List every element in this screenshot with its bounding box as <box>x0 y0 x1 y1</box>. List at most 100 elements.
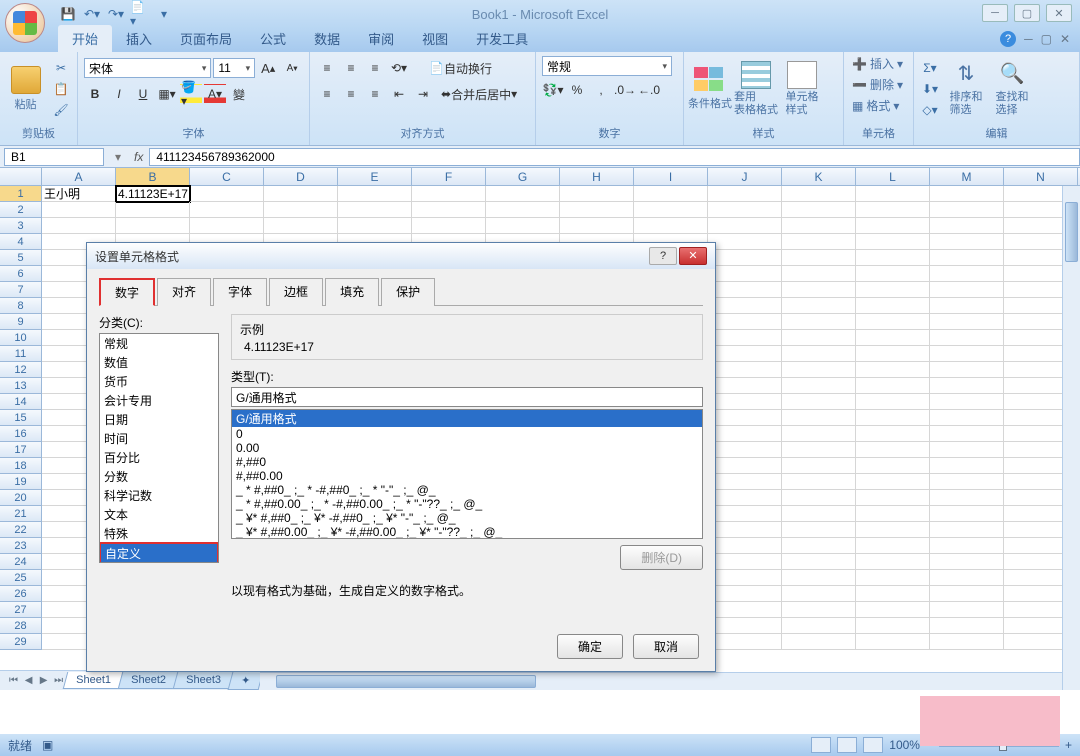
row-header[interactable]: 3 <box>0 218 42 234</box>
row-header[interactable]: 24 <box>0 554 42 570</box>
delete-format-button[interactable]: 删除(D) <box>620 545 703 570</box>
cell[interactable] <box>930 522 1004 538</box>
column-header[interactable]: J <box>708 168 782 185</box>
cell[interactable] <box>708 282 782 298</box>
cell[interactable] <box>856 506 930 522</box>
category-item[interactable]: 分数 <box>100 467 218 486</box>
type-list-item[interactable]: _ ¥* #,##0.00_ ;_ ¥* -#,##0.00_ ;_ ¥* "-… <box>232 525 702 539</box>
cell[interactable] <box>856 410 930 426</box>
tab-dev[interactable]: 开发工具 <box>462 25 542 52</box>
tab-formulas[interactable]: 公式 <box>246 25 300 52</box>
column-header[interactable]: B <box>116 168 190 185</box>
column-header[interactable]: L <box>856 168 930 185</box>
type-list-item[interactable]: #,##0 <box>232 455 702 469</box>
insert-cells-button[interactable]: ➕插入▾ <box>848 54 909 73</box>
border-button[interactable]: ▦▾ <box>156 84 178 104</box>
cell[interactable] <box>412 202 486 218</box>
cell[interactable] <box>856 586 930 602</box>
cell[interactable] <box>338 186 412 202</box>
cell[interactable] <box>856 602 930 618</box>
office-button[interactable] <box>5 3 55 53</box>
row-header[interactable]: 7 <box>0 282 42 298</box>
cell[interactable] <box>708 394 782 410</box>
cell[interactable] <box>856 234 930 250</box>
cell[interactable] <box>856 362 930 378</box>
status-macro-icon[interactable]: ▣ <box>42 738 53 752</box>
cell[interactable] <box>708 346 782 362</box>
cell[interactable] <box>930 378 1004 394</box>
cell[interactable] <box>930 346 1004 362</box>
cell[interactable] <box>930 218 1004 234</box>
paste-button[interactable]: 粘贴 <box>4 66 47 112</box>
mdi-close-icon[interactable]: ✕ <box>1060 32 1070 46</box>
cell[interactable] <box>930 362 1004 378</box>
row-header[interactable]: 20 <box>0 490 42 506</box>
cell[interactable] <box>856 378 930 394</box>
phonetic-button[interactable]: 變 <box>228 84 250 104</box>
type-list-item[interactable]: _ * #,##0_ ;_ * -#,##0_ ;_ * "-"_ ;_ @_ <box>232 483 702 497</box>
tab-review[interactable]: 审阅 <box>354 25 408 52</box>
cell[interactable] <box>782 234 856 250</box>
font-family-combo[interactable]: 宋体▾ <box>84 58 211 78</box>
cell[interactable] <box>782 298 856 314</box>
cell[interactable] <box>264 218 338 234</box>
cell[interactable] <box>856 634 930 650</box>
column-header[interactable]: M <box>930 168 1004 185</box>
cell[interactable] <box>856 522 930 538</box>
cell[interactable]: 王小明 <box>42 186 116 202</box>
quickprint-icon[interactable]: 📄▾ <box>130 4 150 24</box>
indent-inc-icon[interactable]: ⇥ <box>412 84 434 104</box>
fx-icon[interactable]: fx <box>134 150 143 164</box>
currency-icon[interactable]: 💱▾ <box>542 80 564 100</box>
cut-icon[interactable]: ✂ <box>51 59 71 77</box>
row-header[interactable]: 15 <box>0 410 42 426</box>
cell[interactable] <box>856 314 930 330</box>
cell[interactable] <box>782 186 856 202</box>
cell[interactable] <box>930 506 1004 522</box>
cell[interactable] <box>782 634 856 650</box>
font-color-button[interactable]: A▾ <box>204 84 226 104</box>
sheet-tab-1[interactable]: Sheet1 <box>63 672 124 689</box>
zoom-percent[interactable]: 100% <box>889 738 920 752</box>
merge-center-button[interactable]: ⬌合并后居中▾ <box>436 84 522 104</box>
category-item[interactable]: 科学记数 <box>100 486 218 505</box>
cell[interactable] <box>708 202 782 218</box>
column-header[interactable]: K <box>782 168 856 185</box>
cell[interactable] <box>338 218 412 234</box>
row-header[interactable]: 5 <box>0 250 42 266</box>
minimize-button[interactable]: ─ <box>982 4 1008 22</box>
cell[interactable] <box>190 202 264 218</box>
cell[interactable] <box>856 346 930 362</box>
row-header[interactable]: 6 <box>0 266 42 282</box>
sheet-nav-first-icon[interactable]: ⏮ <box>6 673 21 689</box>
cell[interactable] <box>782 314 856 330</box>
decrease-decimal-icon[interactable]: ←.0 <box>638 80 660 100</box>
cell[interactable] <box>782 346 856 362</box>
cell[interactable] <box>782 410 856 426</box>
maximize-button[interactable]: ▢ <box>1014 4 1040 22</box>
dialog-tab-number[interactable]: 数字 <box>99 278 155 306</box>
type-list[interactable]: G/通用格式00.00#,##0#,##0.00_ * #,##0_ ;_ * … <box>231 409 703 539</box>
cell[interactable] <box>930 282 1004 298</box>
cell[interactable] <box>708 234 782 250</box>
cell[interactable] <box>708 586 782 602</box>
cell[interactable] <box>930 490 1004 506</box>
column-header[interactable]: H <box>560 168 634 185</box>
row-header[interactable]: 2 <box>0 202 42 218</box>
type-list-item[interactable]: 0 <box>232 427 702 441</box>
conditional-format-button[interactable]: 条件格式 <box>688 67 732 111</box>
cell[interactable] <box>708 474 782 490</box>
qat-more-icon[interactable]: ▾ <box>154 4 174 24</box>
cell[interactable] <box>930 266 1004 282</box>
cell[interactable] <box>930 554 1004 570</box>
type-list-item[interactable]: 0.00 <box>232 441 702 455</box>
tab-view[interactable]: 视图 <box>408 25 462 52</box>
bold-button[interactable]: B <box>84 84 106 104</box>
cell[interactable]: 4.11123E+17 <box>116 186 190 202</box>
cell[interactable] <box>930 618 1004 634</box>
new-sheet-button[interactable]: ✦ <box>227 672 263 690</box>
align-right-icon[interactable]: ≡ <box>364 84 386 104</box>
normal-view-button[interactable] <box>811 737 831 753</box>
indent-dec-icon[interactable]: ⇤ <box>388 84 410 104</box>
dialog-titlebar[interactable]: 设置单元格格式 ? ✕ <box>87 243 715 269</box>
